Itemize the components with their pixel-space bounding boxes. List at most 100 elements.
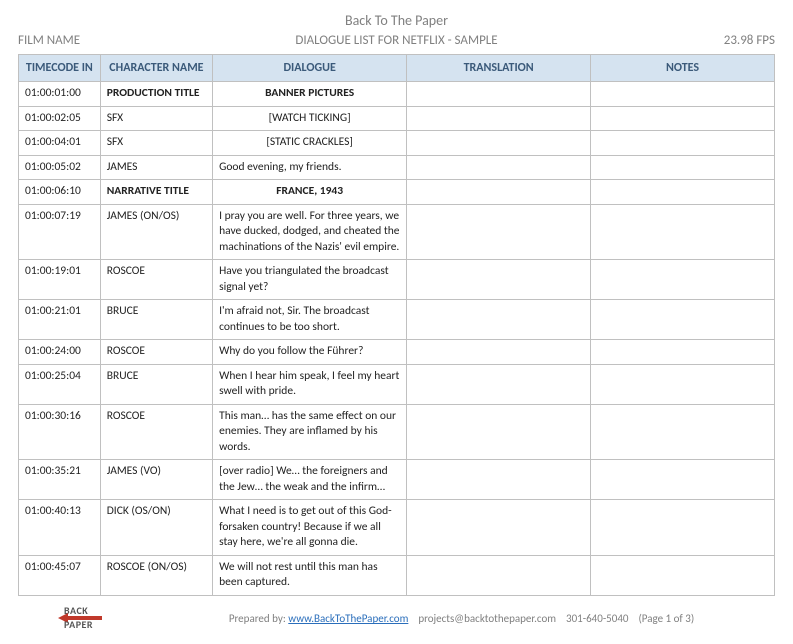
cell-translation <box>407 131 591 156</box>
cell-notes <box>591 555 775 595</box>
cell-translation <box>407 460 591 500</box>
cell-character: NARRATIVE TITLE <box>100 180 212 205</box>
table-row: 01:00:30:16ROSCOE This man… has the same… <box>19 404 775 460</box>
cell-character: DICK (OS/ON) <box>100 500 212 556</box>
cell-translation <box>407 404 591 460</box>
table-row: 01:00:24:00ROSCOE Why do you follow the … <box>19 340 775 365</box>
cell-timecode: 01:00:02:05 <box>19 106 101 131</box>
cell-notes <box>591 260 775 300</box>
cell-timecode: 01:00:06:10 <box>19 180 101 205</box>
cell-timecode: 01:00:19:01 <box>19 260 101 300</box>
logo-text-paper: PAPER <box>64 618 93 631</box>
cell-character: BRUCE <box>100 300 212 340</box>
cell-character: ROSCOE <box>100 260 212 300</box>
prepared-by-label: Prepared by: <box>229 612 288 625</box>
cell-character: BRUCE <box>100 364 212 404</box>
cell-dialogue: Good evening, my friends. <box>213 155 407 180</box>
cell-translation <box>407 82 591 107</box>
cell-dialogue: Have you triangulated the broadcast sign… <box>213 260 407 300</box>
table-row: 01:00:25:04BRUCE When I hear him speak, … <box>19 364 775 404</box>
cell-translation <box>407 106 591 131</box>
cell-notes <box>591 106 775 131</box>
table-row: 01:00:45:07ROSCOE (ON/OS) We will not re… <box>19 555 775 595</box>
table-header-row: TIMECODE IN CHARACTER NAME DIALOGUE TRAN… <box>19 55 775 82</box>
cell-timecode: 01:00:24:00 <box>19 340 101 365</box>
table-body: 01:00:01:00PRODUCTION TITLEBANNER PICTUR… <box>19 82 775 596</box>
table-row: 01:00:40:13DICK (OS/ON) What I need is t… <box>19 500 775 556</box>
table-row: 01:00:01:00PRODUCTION TITLEBANNER PICTUR… <box>19 82 775 107</box>
cell-timecode: 01:00:05:02 <box>19 155 101 180</box>
cell-dialogue: [STATIC CRACKLES] <box>213 131 407 156</box>
dialogue-table: TIMECODE IN CHARACTER NAME DIALOGUE TRAN… <box>18 54 775 596</box>
cell-notes <box>591 500 775 556</box>
col-character: CHARACTER NAME <box>100 55 212 82</box>
cell-notes <box>591 131 775 156</box>
cell-character: JAMES (ON/OS) <box>100 204 212 260</box>
cell-translation <box>407 260 591 300</box>
cell-translation <box>407 555 591 595</box>
cell-dialogue: What I need is to get out of this God-fo… <box>213 500 407 556</box>
cell-translation <box>407 155 591 180</box>
cell-dialogue: I pray you are well. For three years, we… <box>213 204 407 260</box>
cell-notes <box>591 404 775 460</box>
cell-notes <box>591 155 775 180</box>
table-row: 01:00:06:10NARRATIVE TITLEFRANCE, 1943 <box>19 180 775 205</box>
meta-row: FILM NAME DIALOGUE LIST FOR NETFLIX - SA… <box>18 31 775 54</box>
cell-notes <box>591 82 775 107</box>
cell-notes <box>591 180 775 205</box>
cell-translation <box>407 204 591 260</box>
table-row: 01:00:02:05SFX[WATCH TICKING] <box>19 106 775 131</box>
col-timecode: TIMECODE IN <box>19 55 101 82</box>
footer-email: projects@backtothepaper.com <box>418 612 556 625</box>
cell-translation <box>407 300 591 340</box>
footer-phone: 301-640-5040 <box>566 612 629 625</box>
table-row: 01:00:04:01SFX[STATIC CRACKLES] <box>19 131 775 156</box>
cell-character: PRODUCTION TITLE <box>100 82 212 107</box>
cell-dialogue: This man… has the same effect on our ene… <box>213 404 407 460</box>
cell-dialogue: I'm afraid not, Sir. The broadcast conti… <box>213 300 407 340</box>
cell-timecode: 01:00:30:16 <box>19 404 101 460</box>
cell-timecode: 01:00:45:07 <box>19 555 101 595</box>
cell-timecode: 01:00:04:01 <box>19 131 101 156</box>
cell-notes <box>591 204 775 260</box>
doc-subtitle: DIALOGUE LIST FOR NETFLIX - SAMPLE <box>138 33 655 48</box>
col-dialogue: DIALOGUE <box>213 55 407 82</box>
cell-dialogue: [WATCH TICKING] <box>213 106 407 131</box>
cell-character: ROSCOE <box>100 404 212 460</box>
cell-timecode: 01:00:25:04 <box>19 364 101 404</box>
cell-dialogue: When I hear him speak, I feel my heart s… <box>213 364 407 404</box>
col-translation: TRANSLATION <box>407 55 591 82</box>
table-row: 01:00:05:02JAMESGood evening, my friends… <box>19 155 775 180</box>
cell-notes <box>591 300 775 340</box>
fps-label: 23.98 FPS <box>655 33 775 48</box>
cell-translation <box>407 364 591 404</box>
col-notes: NOTES <box>591 55 775 82</box>
cell-character: JAMES (VO) <box>100 460 212 500</box>
cell-dialogue: We will not rest until this man has been… <box>213 555 407 595</box>
cell-translation <box>407 500 591 556</box>
cell-character: SFX <box>100 131 212 156</box>
cell-timecode: 01:00:35:21 <box>19 460 101 500</box>
cell-dialogue: [over radio] We… the foreigners and the … <box>213 460 407 500</box>
film-name-label: FILM NAME <box>18 33 138 48</box>
cell-timecode: 01:00:40:13 <box>19 500 101 556</box>
cell-dialogue: FRANCE, 1943 <box>213 180 407 205</box>
cell-character: SFX <box>100 106 212 131</box>
page-number: (Page 1 of 3) <box>638 612 694 625</box>
footer-link[interactable]: www.BackToThePaper.com <box>288 612 408 625</box>
cell-notes <box>591 340 775 365</box>
page: Back To The Paper FILM NAME DIALOGUE LIS… <box>0 0 793 644</box>
cell-translation <box>407 180 591 205</box>
cell-translation <box>407 340 591 365</box>
cell-timecode: 01:00:01:00 <box>19 82 101 107</box>
cell-timecode: 01:00:21:01 <box>19 300 101 340</box>
cell-character: ROSCOE (ON/OS) <box>100 555 212 595</box>
cell-dialogue: BANNER PICTURES <box>213 82 407 107</box>
cell-notes <box>591 364 775 404</box>
cell-notes <box>591 460 775 500</box>
logo-icon: BACK PAPER <box>58 604 118 634</box>
cell-character: ROSCOE <box>100 340 212 365</box>
table-row: 01:00:21:01BRUCE I'm afraid not, Sir. Th… <box>19 300 775 340</box>
cell-timecode: 01:00:07:19 <box>19 204 101 260</box>
footer-text: Prepared by: www.BackToThePaper.com proj… <box>148 612 775 625</box>
